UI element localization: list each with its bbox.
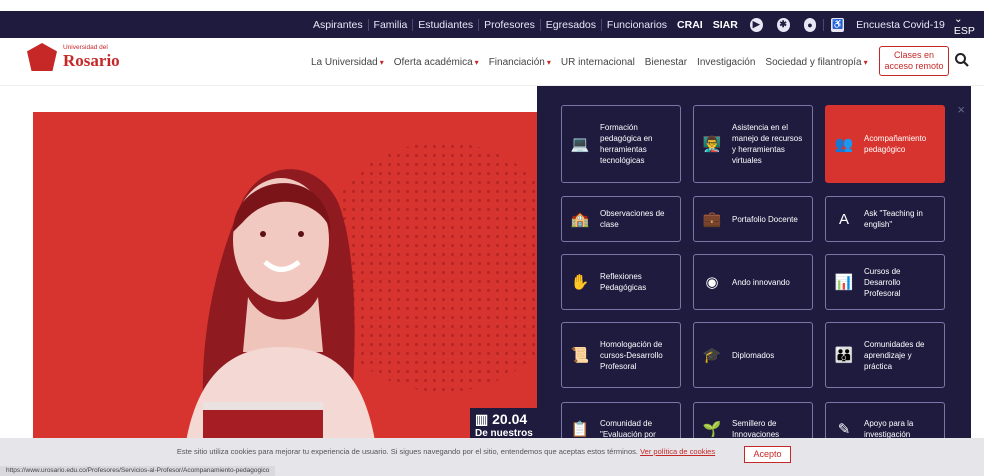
- teacher-icon: 👨‍🏫: [702, 136, 722, 153]
- accessibility-icon[interactable]: ♿: [831, 17, 845, 32]
- mega-menu-card[interactable]: ◉ Ando innovando: [693, 254, 813, 310]
- top-link-profesores[interactable]: Profesores: [479, 19, 540, 31]
- cookie-policy-link[interactable]: Ver política de cookies: [640, 447, 715, 456]
- mega-menu-card[interactable]: 🏫 Observaciones de clase: [561, 196, 681, 242]
- mega-menu-card[interactable]: 👥 Acompañamiento pedagógico: [825, 105, 945, 183]
- mega-menu-card-label: Homologación de cursos-Desarrollo Profes…: [600, 339, 663, 371]
- covid-survey-link[interactable]: Encuesta Covid-19: [851, 19, 950, 31]
- seedling-icon: 🌱: [702, 421, 722, 438]
- ask-icon: A: [838, 210, 849, 228]
- mega-menu-card-label: Ando innovando: [732, 277, 790, 287]
- mega-menu-card[interactable]: 👨‍🏫 Asistencia en el manejo de recursos y…: [693, 105, 813, 183]
- mega-menu-card-label: Formación pedagógica en herramientas tec…: [600, 123, 653, 165]
- laptop-icon: 💻: [570, 136, 590, 153]
- nav-label: Bienestar: [644, 56, 688, 68]
- top-utility-bar: Aspirantes Familia Estudiantes Profesore…: [0, 11, 984, 38]
- status-bar-url: https://www.urosario.edu.co/Profesores/S…: [0, 466, 276, 476]
- group-icon: 👥: [834, 136, 854, 153]
- mega-menu-card[interactable]: ✋ Reflexiones Pedagógicas: [561, 254, 681, 310]
- classroom-icon: 🏫: [570, 211, 590, 228]
- university-logo[interactable]: Universidad del Rosario: [27, 43, 120, 71]
- head-icon: ◉: [705, 274, 719, 291]
- language-label: ESP: [953, 24, 975, 37]
- chart-icon: ▥: [475, 411, 489, 427]
- chevron-down-icon: ▾: [546, 57, 551, 67]
- accept-cookies-button[interactable]: Acepto: [744, 446, 791, 463]
- youtube-icon[interactable]: ▶: [749, 17, 763, 32]
- mega-menu-card-label: Portafolio Docente: [732, 214, 798, 224]
- logo-wordmark: Universidad del Rosario: [63, 45, 120, 69]
- mega-menu-card[interactable]: 📊 Cursos de Desarrollo Profesoral: [825, 254, 945, 310]
- mega-menu-card-label: Comunidades de aprendizaje y práctica: [864, 339, 925, 371]
- nav-label: UR internacional: [560, 56, 635, 68]
- shield-logo-icon: [27, 43, 57, 71]
- stat-number: 20.04: [492, 411, 528, 427]
- mega-menu-card-label: Ask "Teaching in english": [864, 209, 923, 229]
- top-link-estudiantes[interactable]: Estudiantes: [413, 19, 478, 31]
- mega-menu-card[interactable]: A Ask "Teaching in english": [825, 196, 945, 242]
- profesores-mega-menu: × 💻 Formación pedagógica en herramientas …: [537, 86, 971, 456]
- mega-menu-card-label: Semillero de Innovaciones: [732, 419, 780, 439]
- nav-label: Sociedad y filantropía: [765, 56, 862, 68]
- cookie-message: Este sitio utiliza cookies para mejorar …: [166, 446, 726, 458]
- nav-item-bienestar[interactable]: Bienestar: [640, 57, 692, 68]
- pencil-icon: ✎: [837, 421, 851, 438]
- reflection-icon: ✋: [570, 274, 590, 291]
- chevron-down-icon: ▾: [863, 57, 868, 67]
- hero-person-image: [184, 169, 377, 452]
- nav-label: Oferta académica: [393, 56, 473, 68]
- briefcase-icon: 💼: [702, 211, 722, 228]
- logo-big-text: Rosario: [63, 50, 120, 70]
- mega-menu-card-label: Observaciones de clase: [600, 209, 665, 229]
- mega-menu-card[interactable]: 💼 Portafolio Docente: [693, 196, 813, 242]
- presenter-icon: 📊: [834, 274, 854, 291]
- mega-menu-card-label: Diplomados: [732, 350, 775, 360]
- mega-menu-card-label: Comunidad de "Evaluación por: [600, 419, 656, 439]
- nav-item-financiacion[interactable]: Financiación ▾: [484, 57, 556, 68]
- graduation-icon: 🎓: [702, 347, 722, 364]
- close-icon[interactable]: ×: [957, 102, 965, 117]
- chevron-down-icon: ▾: [379, 57, 384, 67]
- mega-menu-card-label: Reflexiones Pedagógicas: [600, 272, 647, 292]
- chevron-down-icon: ⌄: [953, 12, 963, 25]
- network-icon[interactable]: ✱: [776, 17, 790, 32]
- divider: [823, 18, 825, 31]
- main-header: Universidad del Rosario La Universidad ▾ …: [0, 38, 984, 86]
- top-link-funcionarios[interactable]: Funcionarios: [602, 19, 672, 31]
- top-link-crai[interactable]: CRAI: [672, 19, 708, 31]
- mega-menu-card-label: Asistencia en el manejo de recursos y he…: [732, 123, 803, 165]
- language-selector[interactable]: ⌄ ESP: [950, 13, 984, 37]
- top-link-familia[interactable]: Familia: [369, 19, 413, 31]
- nav-item-sociedad-filantropia[interactable]: Sociedad y filantropía ▾: [760, 57, 872, 68]
- mega-menu-card[interactable]: 👪 Comunidades de aprendizaje y práctica: [825, 322, 945, 388]
- search-icon[interactable]: [954, 52, 970, 68]
- community-icon: 👪: [834, 347, 854, 364]
- chevron-down-icon: ▾: [474, 57, 479, 67]
- nav-item-ur-internacional[interactable]: UR internacional: [556, 57, 640, 68]
- nav-item-oferta-academica[interactable]: Oferta académica ▾: [389, 57, 484, 68]
- evaluation-icon: 📋: [570, 421, 590, 438]
- main-nav: La Universidad ▾ Oferta académica ▾ Financ…: [306, 38, 873, 86]
- top-link-egresados[interactable]: Egresados: [541, 19, 601, 31]
- nav-label: Investigación: [697, 56, 756, 68]
- mega-menu-card[interactable]: 📜 Homologación de cursos-Desarrollo Profe…: [561, 322, 681, 388]
- remote-classes-button[interactable]: Clases en acceso remoto: [879, 46, 949, 76]
- hero-banner: [33, 112, 553, 452]
- mega-menu-card[interactable]: 🎓 Diplomados: [693, 322, 813, 388]
- cookie-text: Este sitio utiliza cookies para mejorar …: [176, 447, 638, 456]
- play-icon[interactable]: ●: [803, 17, 817, 32]
- mega-menu-card-label: Acompañamiento pedagógico: [864, 134, 927, 154]
- mega-menu-card-label: Cursos de Desarrollo Profesoral: [864, 266, 901, 298]
- top-link-siar[interactable]: SIAR: [708, 19, 743, 31]
- page: Aspirantes Familia Estudiantes Profesore…: [0, 0, 984, 476]
- nav-label: La Universidad: [311, 56, 378, 68]
- top-link-aspirantes[interactable]: Aspirantes: [308, 19, 368, 31]
- nav-label: Financiación: [488, 56, 545, 68]
- certificate-icon: 📜: [570, 347, 590, 364]
- mega-menu-card-label: Apoyo para la investigación: [864, 419, 914, 439]
- mega-menu-card[interactable]: 💻 Formación pedagógica en herramientas te…: [561, 105, 681, 183]
- nav-item-investigacion[interactable]: Investigación: [692, 57, 760, 68]
- nav-item-la-universidad[interactable]: La Universidad ▾: [306, 57, 389, 68]
